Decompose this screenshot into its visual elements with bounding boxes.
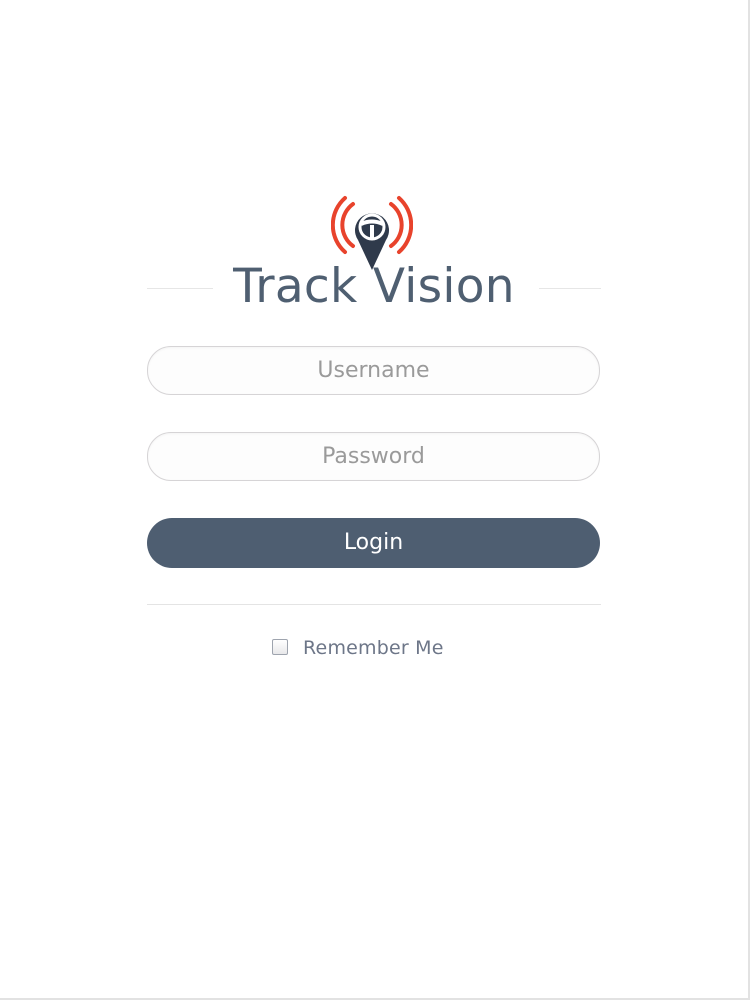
- remember-me-label[interactable]: Remember Me: [303, 637, 444, 659]
- remember-me[interactable]: Remember Me: [272, 635, 444, 661]
- password-field[interactable]: [147, 432, 600, 481]
- login-button[interactable]: Login: [147, 518, 600, 568]
- brand-title: Track Vision: [233, 259, 515, 314]
- username-input[interactable]: [148, 347, 599, 394]
- page-frame: [0, 0, 750, 1000]
- username-field[interactable]: [147, 346, 600, 395]
- brand-divider-right: [539, 288, 601, 289]
- form-divider: [147, 604, 601, 605]
- remember-me-checkbox[interactable]: [272, 639, 288, 655]
- brand-header: Track Vision: [147, 186, 601, 316]
- password-input[interactable]: [148, 433, 599, 480]
